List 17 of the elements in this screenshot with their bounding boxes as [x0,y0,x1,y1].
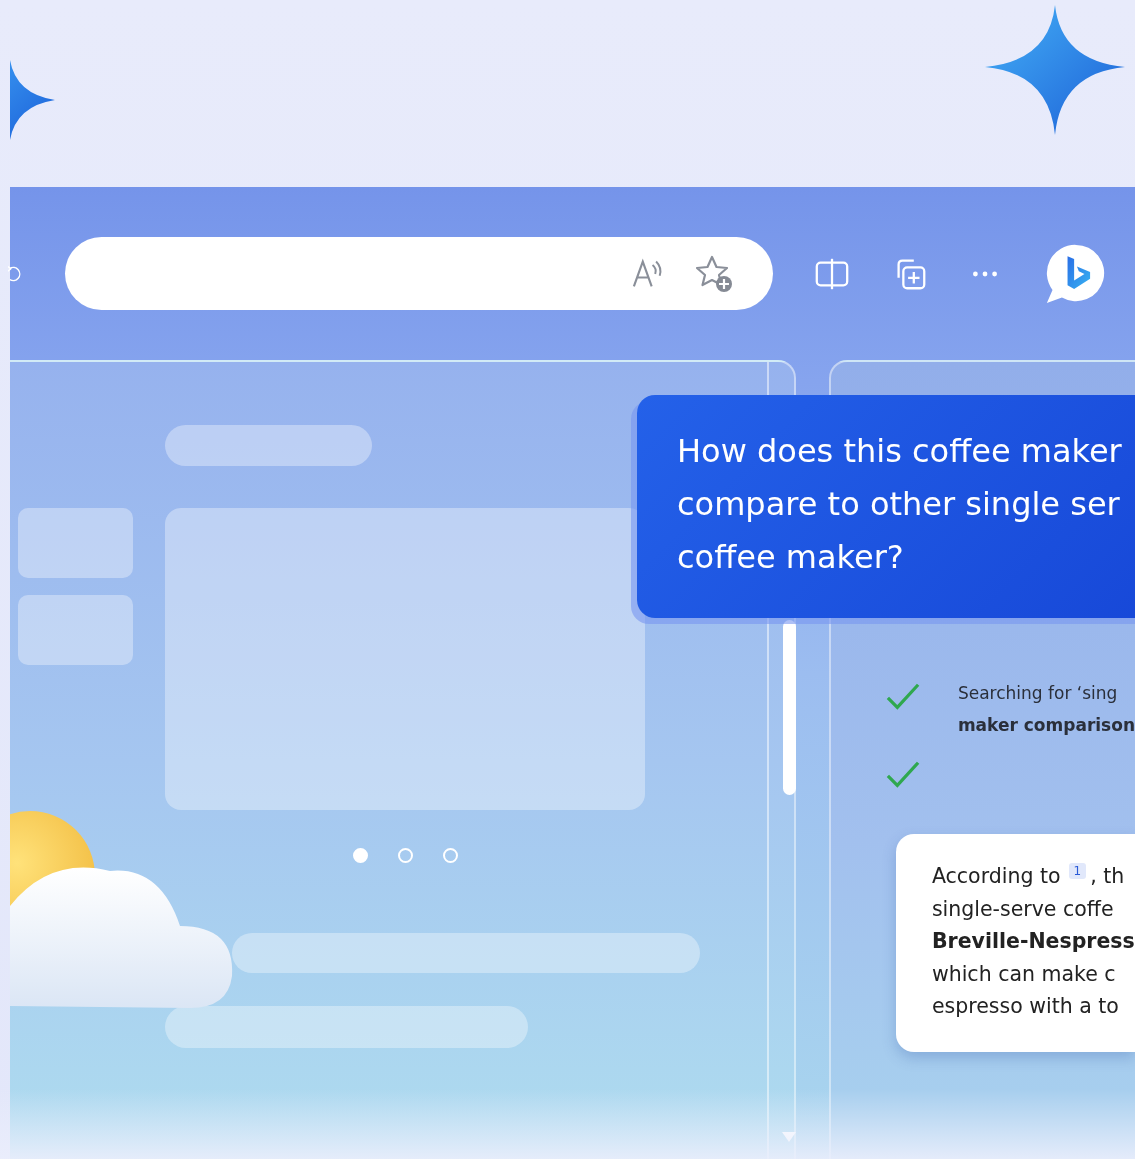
answer-text: , th [1090,864,1125,888]
prompt-text: compare to other single ser [677,484,1121,525]
answer-text: According to [931,864,1061,888]
sparkle-icon [10,60,55,140]
citation-link[interactable]: 1 [1068,863,1087,880]
prompt-text: coffee maker? [677,537,905,578]
carousel-dot[interactable] [353,848,368,863]
search-status-text: Searching for ‘sing [957,682,1119,705]
favorite-add-icon[interactable] [695,253,735,294]
carousel-dot[interactable] [443,848,458,863]
answer-text: espresso with a to [931,993,1120,1020]
answer-text: Breville-Nespress [931,928,1135,955]
answer-text: single-serve coffe [931,895,1115,923]
answer-text: which can make c [931,960,1117,988]
search-status-text: maker comparison [957,714,1135,737]
prompt-text: How does this coffee maker [677,431,1123,472]
carousel-dot[interactable] [398,848,413,863]
